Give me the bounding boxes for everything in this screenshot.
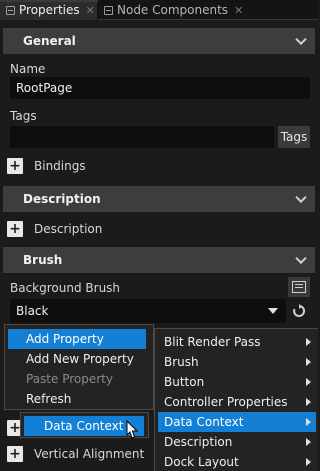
description-label: Description: [34, 222, 103, 236]
context-menu: Add Property Add New Property Paste Prop…: [4, 324, 154, 410]
tab-bar: Properties ✕ Node Components ✕: [0, 0, 318, 20]
chevron-right-icon: [306, 418, 311, 426]
menu-item-brush[interactable]: Brush: [158, 352, 316, 372]
menu-item-controller-properties[interactable]: Controller Properties: [158, 392, 316, 412]
tab-properties-label: Properties: [19, 3, 80, 17]
tags-button[interactable]: Tags: [278, 126, 310, 148]
chevron-down-icon[interactable]: [295, 191, 307, 204]
vertical-alignment-label: Vertical Alignment: [34, 447, 145, 461]
menu-item-dock-layout[interactable]: Dock Layout: [158, 452, 316, 471]
menu-item-label: Dock Layout: [164, 455, 239, 469]
menu-item-label: Data Context: [164, 415, 244, 429]
add-vertical-alignment-button[interactable]: +: [7, 446, 23, 462]
chevron-right-icon: [306, 338, 311, 346]
bindings-label: Bindings: [34, 159, 86, 173]
node-components-tab-icon: [104, 5, 113, 15]
section-general[interactable]: General: [3, 28, 315, 54]
section-description-title: Description: [23, 192, 101, 206]
tab-properties[interactable]: Properties ✕: [0, 0, 98, 20]
section-brush-title: Brush: [23, 253, 63, 267]
menu-item-add-new-property[interactable]: Add New Property: [8, 349, 146, 369]
image-icon: [292, 281, 306, 293]
add-description-button[interactable]: +: [7, 221, 23, 237]
menu-item-refresh[interactable]: Refresh: [8, 389, 146, 409]
tags-label: Tags: [10, 109, 37, 123]
tags-field[interactable]: [10, 126, 274, 148]
chevron-down-icon[interactable]: [295, 33, 307, 46]
menu-item-add-property[interactable]: Add Property: [8, 329, 146, 349]
mouse-cursor-icon: [126, 420, 139, 439]
section-general-title: General: [23, 34, 76, 48]
reset-button[interactable]: [288, 301, 310, 321]
property-type-menu: Blit Render Pass Brush Button Controller…: [154, 328, 318, 471]
menu-item-button[interactable]: Button: [158, 372, 316, 392]
menu-item-label: Description: [164, 435, 233, 449]
menu-item-data-context[interactable]: Data Context: [158, 412, 316, 432]
chevron-right-icon: [306, 398, 311, 406]
close-icon[interactable]: ✕: [234, 4, 243, 17]
menu-item-blit-render-pass[interactable]: Blit Render Pass: [158, 332, 316, 352]
name-field[interactable]: RootPage: [10, 77, 310, 99]
section-description[interactable]: Description: [3, 186, 315, 212]
tab-node-components-label: Node Components: [117, 3, 229, 17]
chevron-right-icon: [306, 358, 311, 366]
chevron-right-icon: [306, 378, 311, 386]
background-brush-label: Background Brush: [10, 281, 121, 295]
section-brush[interactable]: Brush: [3, 247, 315, 273]
chevron-down-icon[interactable]: [295, 252, 307, 265]
background-brush-value: Black: [16, 304, 49, 318]
name-label: Name: [10, 62, 46, 76]
menu-item-label: Button: [164, 375, 205, 389]
add-binding-button[interactable]: +: [7, 158, 23, 174]
reset-icon: [293, 304, 306, 317]
menu-item-paste-property[interactable]: Paste Property: [8, 369, 146, 389]
properties-tab-icon: [6, 5, 15, 15]
menu-item-label: Blit Render Pass: [164, 335, 261, 349]
background-brush-select[interactable]: Black: [10, 299, 286, 323]
tab-node-components[interactable]: Node Components ✕: [98, 0, 248, 20]
close-icon[interactable]: ✕: [86, 4, 95, 17]
menu-item-label: Brush: [164, 355, 199, 369]
brush-editor-button[interactable]: [288, 277, 310, 297]
chevron-right-icon: [306, 438, 311, 446]
chevron-right-icon: [306, 458, 311, 466]
menu-item-description[interactable]: Description: [158, 432, 316, 452]
menu-item-label: Controller Properties: [164, 395, 288, 409]
dropdown-arrow-icon: [268, 308, 278, 314]
